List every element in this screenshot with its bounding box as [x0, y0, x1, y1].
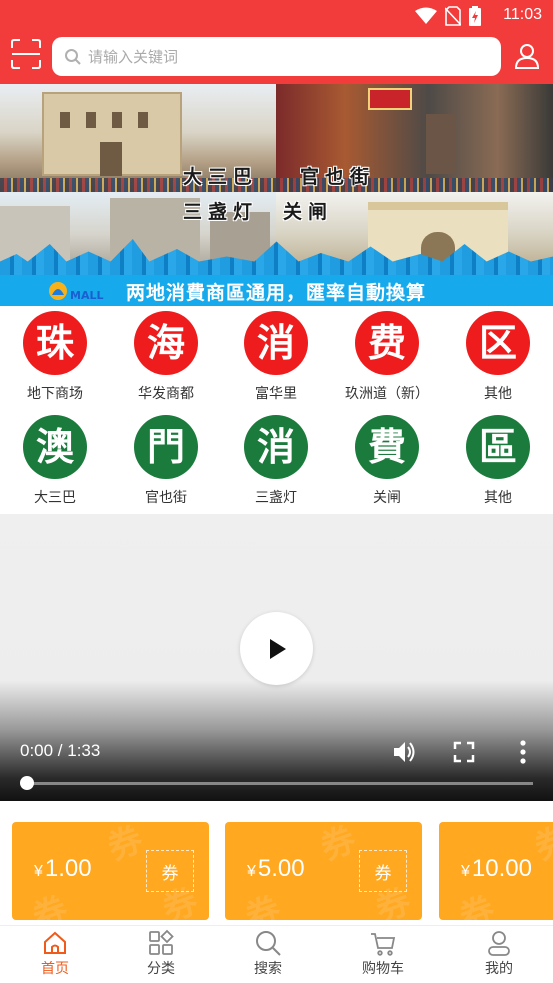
status-time: 11:03 [503, 6, 542, 23]
category-macau-5[interactable]: 區 其他 [443, 410, 553, 510]
coupon-tag: 券 [146, 850, 194, 892]
banner-caption-1: 大三巴 [183, 166, 259, 188]
video-progress-knob[interactable] [20, 776, 34, 790]
status-bar: 11:03 [0, 0, 553, 32]
play-button[interactable] [240, 612, 313, 685]
scan-button[interactable] [10, 38, 42, 70]
volume-icon [394, 742, 415, 762]
category-macau-2[interactable]: 門 官也街 [111, 410, 221, 510]
search-icon [65, 48, 81, 65]
coupon-card[interactable]: 券 券 券 ¥5.00 券 [225, 822, 422, 920]
tab-profile[interactable]: 我的 [444, 926, 553, 983]
user-button[interactable] [513, 42, 541, 70]
category-zhuhai-3[interactable]: 消 富华里 [221, 306, 331, 406]
cart-icon [371, 933, 396, 956]
tab-label: 购物车 [362, 961, 404, 977]
category-badge: 海 [134, 311, 198, 375]
coupon-tag: 券 [359, 850, 407, 892]
tab-search[interactable]: 搜索 [213, 926, 323, 983]
category-label: 关闸 [373, 490, 401, 506]
coupon-strip: 券 券 券 ¥1.00 券 券 券 券 ¥5.00 券 券 券 ¥10.00 券 [0, 801, 553, 925]
coupon-currency: ¥ [461, 863, 470, 880]
status-icons [415, 6, 481, 26]
tab-home[interactable]: 首页 [0, 926, 110, 983]
volume-button[interactable] [392, 739, 418, 765]
video-progress-track[interactable] [26, 782, 533, 785]
search-icon [256, 931, 281, 956]
tab-label: 我的 [485, 961, 513, 977]
coupon-currency: ¥ [247, 863, 256, 880]
scan-icon [11, 39, 41, 69]
category-macau-1[interactable]: 澳 大三巴 [0, 410, 110, 510]
category-badge: 費 [355, 415, 419, 479]
category-grid: 珠 地下商场 海 华发商都 消 富华里 费 玖洲道（新） 区 其他 澳 大三巴 … [0, 306, 553, 514]
more-options-button[interactable] [510, 739, 536, 765]
mall-logo: MALL [48, 279, 122, 303]
category-macau-3[interactable]: 消 三盏灯 [221, 410, 331, 510]
app-screen: 11:03 请输入关键词 大三巴 官也街 三盏灯 关闸 MALL 两地消費商區通… [0, 0, 553, 983]
video-time: 0:00 / 1:33 [20, 741, 101, 760]
tab-category[interactable]: 分类 [106, 926, 216, 983]
search-bar[interactable] [52, 37, 501, 76]
banner-caption-3: 三盏灯 [183, 201, 259, 223]
category-label: 大三巴 [34, 490, 76, 506]
coupon-card[interactable]: 券 券 券 ¥1.00 券 [12, 822, 209, 920]
more-vertical-icon [520, 740, 526, 764]
category-zhuhai-2[interactable]: 海 华发商都 [111, 306, 221, 406]
wifi-icon [415, 7, 437, 24]
category-zhuhai-1[interactable]: 珠 地下商场 [0, 306, 110, 406]
category-label: 其他 [484, 386, 512, 402]
category-label: 华发商都 [138, 386, 194, 402]
coupon-amount: ¥5.00 [247, 855, 305, 883]
top-bar: 11:03 [0, 0, 553, 84]
tab-cart[interactable]: 购物车 [328, 926, 438, 983]
mall-logo-text: MALL [70, 289, 103, 302]
video-player[interactable]: 0:00 / 1:33 [0, 514, 553, 801]
home-icon [44, 931, 66, 954]
category-label: 三盏灯 [255, 490, 297, 506]
promo-banner[interactable]: 大三巴 官也街 三盏灯 关闸 MALL 两地消費商區通用，匯率自動換算 [0, 84, 553, 306]
profile-icon [488, 931, 510, 956]
category-label: 富华里 [255, 386, 297, 402]
coupon-value: 10.00 [471, 855, 532, 882]
category-macau-4[interactable]: 費 关闸 [332, 410, 442, 510]
coupon-value: 1.00 [44, 855, 92, 882]
coupon-card[interactable]: 券 券 ¥10.00 券 [439, 822, 553, 920]
category-badge: 消 [244, 415, 308, 479]
category-label: 官也街 [145, 490, 187, 506]
banner-caption-2: 官也街 [300, 166, 376, 188]
category-icon [149, 929, 174, 955]
category-badge: 珠 [23, 311, 87, 375]
coupon-currency: ¥ [34, 863, 43, 880]
category-badge: 區 [466, 415, 530, 479]
category-badge: 消 [244, 311, 308, 375]
category-badge: 区 [466, 311, 530, 375]
category-label: 玖洲道（新） [345, 386, 429, 402]
play-icon [269, 638, 286, 659]
coupon-amount: ¥1.00 [34, 855, 92, 883]
banner-caption-4: 关闸 [283, 201, 334, 223]
category-badge: 澳 [23, 415, 87, 479]
category-zhuhai-5[interactable]: 区 其他 [443, 306, 553, 406]
fullscreen-button[interactable] [452, 740, 476, 764]
category-zhuhai-4[interactable]: 费 玖洲道（新） [332, 306, 442, 406]
category-label: 地下商场 [27, 386, 83, 402]
category-badge: 門 [134, 415, 198, 479]
user-icon [514, 44, 540, 69]
search-input[interactable] [88, 47, 468, 66]
category-label: 其他 [484, 490, 512, 506]
tab-label: 首页 [41, 961, 69, 977]
battery-charging-icon [469, 6, 481, 26]
no-sim-icon [445, 6, 461, 26]
category-badge: 费 [355, 311, 419, 375]
bottom-tab-bar: 首页 分类 搜索 购物车 我的 [0, 925, 553, 983]
tab-label: 搜索 [254, 961, 282, 977]
tab-label: 分类 [147, 961, 175, 977]
banner-slogan: 两地消費商區通用，匯率自動換算 [126, 282, 427, 304]
coupon-value: 5.00 [257, 855, 305, 882]
fullscreen-icon [453, 741, 475, 763]
coupon-amount: ¥10.00 [461, 855, 532, 883]
